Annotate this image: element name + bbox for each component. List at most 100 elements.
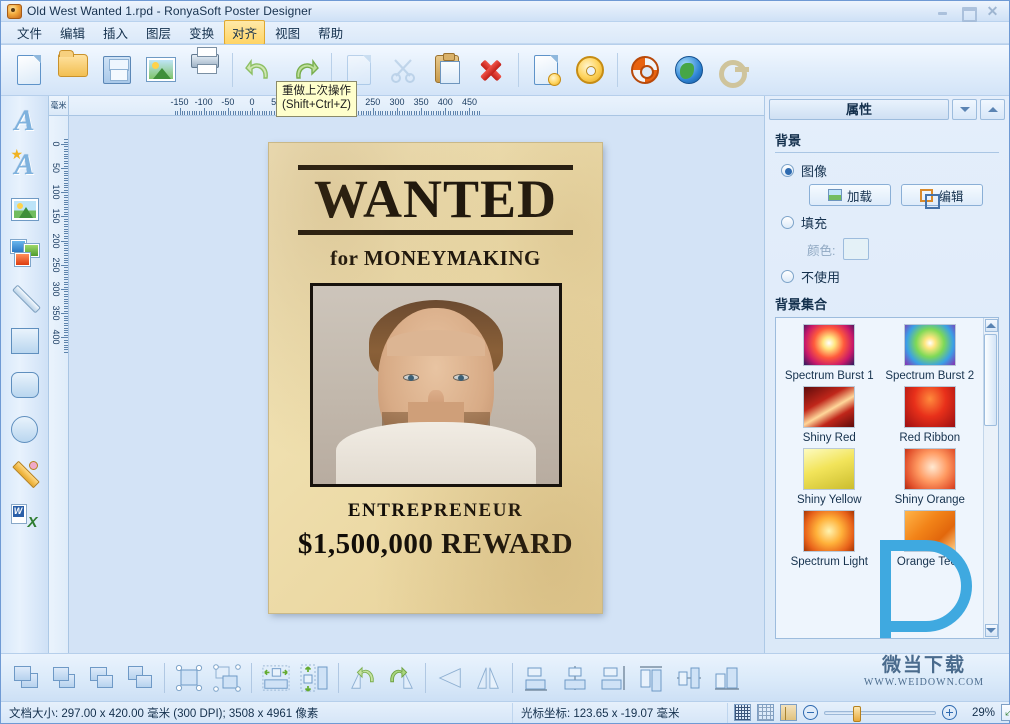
- collection-thumbnail[interactable]: [903, 448, 956, 490]
- color-swatch[interactable]: [843, 238, 870, 260]
- tool-text[interactable]: A: [8, 104, 42, 138]
- collection-item[interactable]: Shiny Red: [780, 386, 879, 444]
- close-button[interactable]: ✕: [986, 4, 999, 18]
- new-document-button[interactable]: [7, 48, 51, 92]
- show-grid-toggle[interactable]: [734, 704, 751, 721]
- flip-horizontal-button[interactable]: [431, 658, 469, 698]
- background-none-option[interactable]: 不使用: [775, 267, 999, 286]
- bring-forward-button[interactable]: [45, 658, 83, 698]
- scrollbar-thumb[interactable]: [984, 334, 997, 426]
- menu-edit[interactable]: 编辑: [52, 20, 93, 45]
- tool-clipart[interactable]: [8, 236, 42, 270]
- poster-crime[interactable]: ENTREPRENEUR: [348, 500, 523, 522]
- poster-subline[interactable]: for MONEYMAKING: [330, 246, 541, 271]
- center-horizontally-button[interactable]: [257, 658, 295, 698]
- select-all-button[interactable]: [170, 658, 208, 698]
- poster-headline[interactable]: WANTED: [314, 172, 557, 226]
- maximize-button[interactable]: [961, 5, 977, 22]
- collection-item[interactable]: Spectrum Burst 2: [881, 324, 980, 382]
- collection-item[interactable]: Spectrum Burst 1: [780, 324, 879, 382]
- background-image-option[interactable]: 图像: [775, 161, 999, 180]
- menu-transform[interactable]: 变换: [181, 20, 222, 45]
- poster-document[interactable]: WANTED for MONEYMAKING ENTREPRENEUR $1,5…: [269, 143, 602, 613]
- scroll-up-button[interactable]: [984, 319, 998, 332]
- rotate-left-button[interactable]: [344, 658, 382, 698]
- collection-item[interactable]: Shiny Orange: [881, 448, 980, 506]
- collection-item[interactable]: Shiny Yellow: [780, 448, 879, 506]
- send-to-back-button[interactable]: [121, 658, 159, 698]
- tool-image[interactable]: [8, 192, 42, 226]
- menu-view[interactable]: 视图: [267, 20, 308, 45]
- minimize-button[interactable]: [936, 5, 949, 18]
- send-backward-button[interactable]: [83, 658, 121, 698]
- align-left-button[interactable]: [632, 658, 670, 698]
- collection-thumbnail[interactable]: [803, 448, 856, 490]
- collection-item[interactable]: Spectrum Light: [780, 510, 879, 568]
- save-as-image-button[interactable]: [139, 48, 183, 92]
- background-fill-option[interactable]: 填充: [775, 213, 999, 232]
- poster-reward[interactable]: $1,500,000 REWARD: [298, 528, 573, 561]
- snap-to-grid-toggle[interactable]: [757, 704, 774, 721]
- cut-button[interactable]: [381, 48, 425, 92]
- help-button[interactable]: [623, 48, 667, 92]
- vertical-ruler[interactable]: 0 50 100 150 200 250 300 350 400: [49, 116, 69, 653]
- collection-thumbnail[interactable]: [903, 324, 956, 366]
- register-button[interactable]: [711, 48, 755, 92]
- paste-button[interactable]: [425, 48, 469, 92]
- tool-rectangle[interactable]: [8, 324, 42, 358]
- menu-layer[interactable]: 图层: [138, 20, 179, 45]
- tool-art-text[interactable]: A ★: [8, 146, 42, 182]
- align-right-button[interactable]: [708, 658, 746, 698]
- menu-file[interactable]: 文件: [9, 20, 50, 45]
- collection-thumbnail[interactable]: [903, 386, 956, 428]
- open-document-button[interactable]: [51, 48, 95, 92]
- flip-vertical-button[interactable]: [469, 658, 507, 698]
- zoom-in-button[interactable]: [942, 705, 957, 720]
- menu-insert[interactable]: 插入: [95, 20, 136, 45]
- background-collection[interactable]: Spectrum Burst 1 Spectrum Burst 2 Shiny Re…: [775, 317, 999, 639]
- zoom-out-button[interactable]: [803, 705, 818, 720]
- print-button[interactable]: [183, 47, 227, 92]
- tool-pencil[interactable]: [8, 456, 42, 490]
- align-middle-button[interactable]: [556, 658, 594, 698]
- design-canvas[interactable]: WANTED for MONEYMAKING ENTREPRENEUR $1,5…: [69, 116, 764, 653]
- horizontal-ruler[interactable]: -150-100-50050100150200250300350400450: [69, 96, 764, 116]
- zoom-slider[interactable]: [824, 705, 936, 722]
- tool-ellipse[interactable]: [8, 412, 42, 446]
- collection-thumbnail[interactable]: [803, 324, 856, 366]
- menu-align[interactable]: 对齐: [224, 20, 266, 45]
- website-button[interactable]: [667, 48, 711, 92]
- tool-rounded-rect[interactable]: [8, 368, 42, 402]
- delete-button[interactable]: [469, 48, 513, 92]
- center-vertically-button[interactable]: [295, 658, 333, 698]
- document-properties-button[interactable]: [524, 48, 568, 92]
- collection-thumbnail[interactable]: [903, 510, 956, 552]
- tool-document-object[interactable]: [8, 500, 42, 534]
- save-button[interactable]: [95, 48, 139, 92]
- menu-help[interactable]: 帮助: [310, 20, 351, 45]
- show-margins-toggle[interactable]: [780, 704, 797, 721]
- rotate-right-button[interactable]: [382, 658, 420, 698]
- align-center-button[interactable]: [670, 658, 708, 698]
- collection-thumbnail[interactable]: [803, 510, 856, 552]
- zoom-slider-handle[interactable]: [853, 705, 861, 722]
- settings-button[interactable]: [568, 48, 612, 92]
- panel-expand-button[interactable]: [980, 99, 1005, 120]
- radio-fill-icon[interactable]: [781, 216, 794, 229]
- load-image-button[interactable]: 加载: [809, 184, 891, 206]
- scroll-down-button[interactable]: [984, 624, 998, 637]
- panel-collapse-button[interactable]: [952, 99, 977, 120]
- tool-line[interactable]: [8, 280, 42, 314]
- bring-to-front-button[interactable]: [7, 658, 45, 698]
- fit-page-button[interactable]: ⤢: [1001, 704, 1010, 721]
- align-top-button[interactable]: [518, 658, 556, 698]
- group-button[interactable]: [208, 658, 246, 698]
- radio-none-icon[interactable]: [781, 270, 794, 283]
- poster-photo[interactable]: [309, 282, 562, 487]
- radio-image-icon[interactable]: [781, 164, 794, 177]
- collection-thumbnail[interactable]: [803, 386, 856, 428]
- edit-image-button[interactable]: 编辑: [901, 184, 983, 209]
- collection-item[interactable]: Red Ribbon: [881, 386, 980, 444]
- collection-item[interactable]: Orange Tech: [881, 510, 980, 568]
- align-bottom-button[interactable]: [594, 658, 632, 698]
